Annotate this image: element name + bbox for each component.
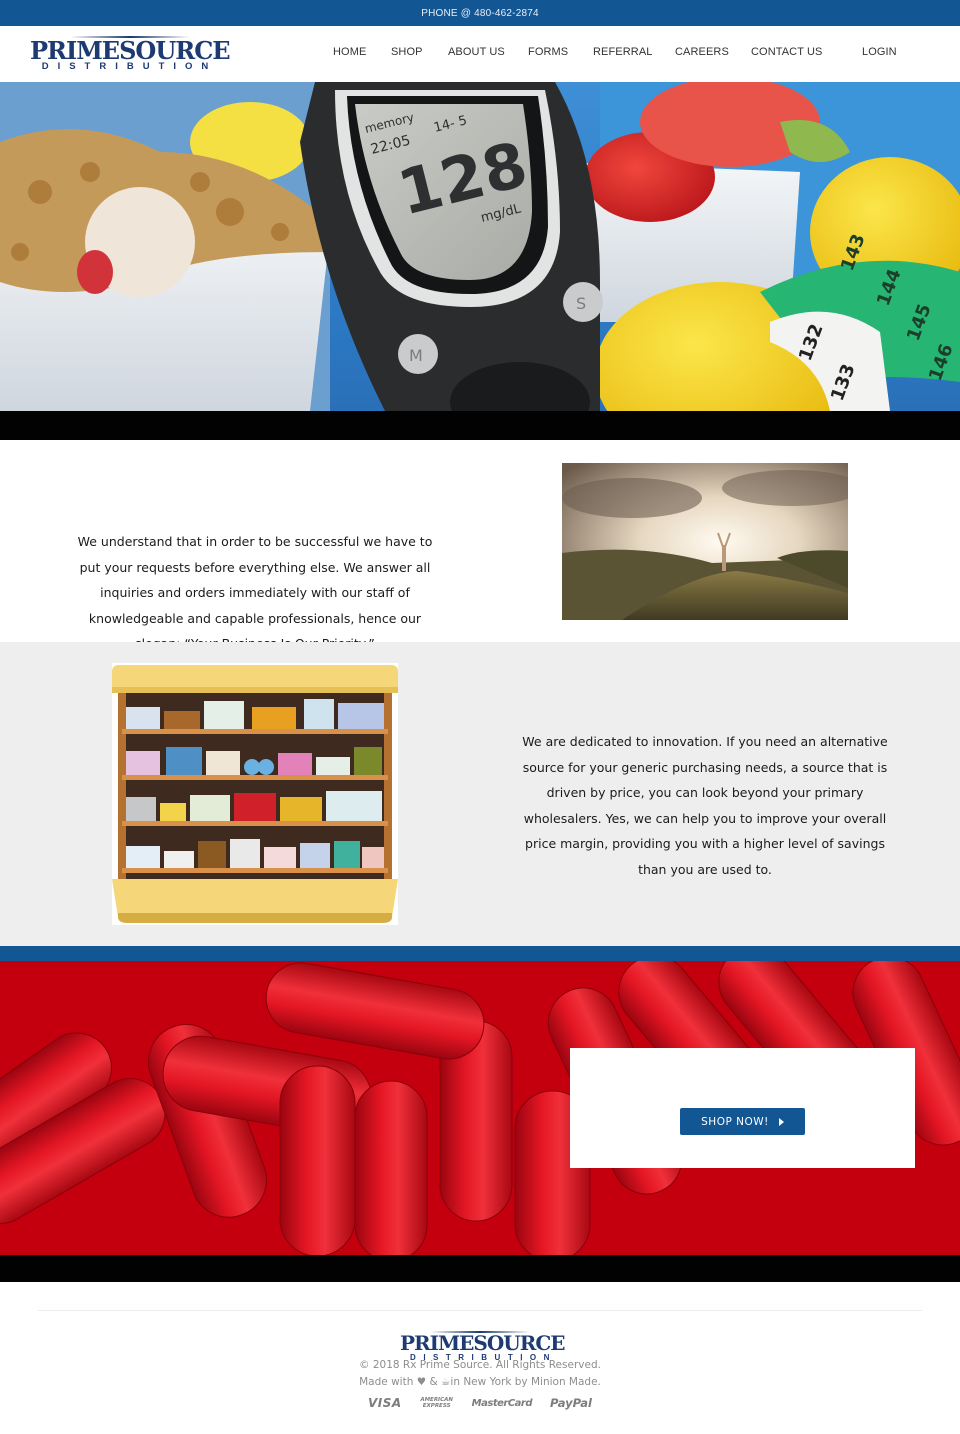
- nav-shop[interactable]: SHOP: [391, 46, 423, 58]
- site-header: PRIMESOURCE DISTRIBUTION HOME SHOP ABOUT…: [0, 26, 960, 82]
- footer-logo[interactable]: PRIMESOURCE DISTRIBUTION: [400, 1330, 566, 1362]
- nav-referral[interactable]: REFERRAL: [593, 46, 652, 58]
- innovation-section: We are dedicated to innovation. If you n…: [0, 642, 960, 946]
- sunrise-hilltop-image: [562, 463, 848, 620]
- visa-icon: VISA: [367, 1396, 402, 1410]
- about-text: We understand that in order to be succes…: [77, 534, 433, 651]
- mastercard-icon: MasterCard: [471, 1397, 533, 1409]
- nav-about-us[interactable]: ABOUT US: [448, 46, 505, 58]
- top-bar: PHONE @ 480-462-2874: [0, 0, 960, 26]
- pharmacy-shelf-image: [112, 663, 398, 925]
- nav-forms[interactable]: FORMS: [528, 46, 568, 58]
- made-with-amp: &: [429, 1376, 438, 1388]
- footer-logo-brand: PRIMESOURCE: [400, 1331, 566, 1355]
- meter-m-button: M: [409, 346, 423, 365]
- caret-right-icon: [778, 1117, 784, 1126]
- made-with-prefix: Made with: [359, 1376, 414, 1388]
- shop-now-button[interactable]: SHOP NOW!: [680, 1108, 805, 1135]
- payment-methods: VISA AMERICAN EXPRESS MasterCard PayPal: [0, 1396, 960, 1410]
- nav-home[interactable]: HOME: [333, 46, 366, 58]
- about-section: We understand that in order to be succes…: [0, 440, 960, 651]
- pharmacy-shelf-illustration: [112, 665, 398, 923]
- innovation-text: We are dedicated to innovation. If you n…: [522, 734, 888, 877]
- main-nav: HOME SHOP ABOUT US FORMS REFERRAL CAREER…: [0, 26, 960, 82]
- heart-icon: ♥: [416, 1376, 427, 1388]
- shop-now-label: SHOP NOW!: [701, 1115, 769, 1128]
- nav-contact-us[interactable]: CONTACT US: [751, 46, 823, 58]
- hero-banner-image: 143 144 145 146 132 133 memory 22:05 14-…: [0, 82, 960, 411]
- footer-divider: [38, 1310, 922, 1311]
- hero-bottom-band: [0, 411, 960, 440]
- site-footer: PRIMESOURCE DISTRIBUTION © 2018 Rx Prime…: [0, 1282, 960, 1434]
- shop-cta-box: SHOP NOW!: [570, 1048, 915, 1168]
- hero-illustration: 143 144 145 146 132 133 memory 22:05 14-…: [0, 82, 960, 411]
- phone-number[interactable]: PHONE @ 480-462-2874: [421, 8, 539, 19]
- made-with-text: Made with ♥ & ☕in New York by Minion Mad…: [0, 1376, 960, 1388]
- copyright-text: © 2018 Rx Prime Source. All Rights Reser…: [359, 1359, 601, 1371]
- pills-bottom-band: [0, 1255, 960, 1282]
- nav-careers[interactable]: CAREERS: [675, 46, 729, 58]
- meter-s-button: S: [576, 294, 586, 313]
- section-divider-bar: [0, 946, 960, 961]
- coffee-icon: ☕: [441, 1376, 451, 1388]
- sunrise-illustration: [562, 463, 848, 620]
- amex-icon: AMERICAN EXPRESS: [420, 1397, 453, 1409]
- nav-login[interactable]: LOGIN: [862, 46, 897, 58]
- paypal-icon: PayPal: [550, 1396, 592, 1410]
- made-with-suffix: in New York by Minion Made.: [450, 1376, 601, 1388]
